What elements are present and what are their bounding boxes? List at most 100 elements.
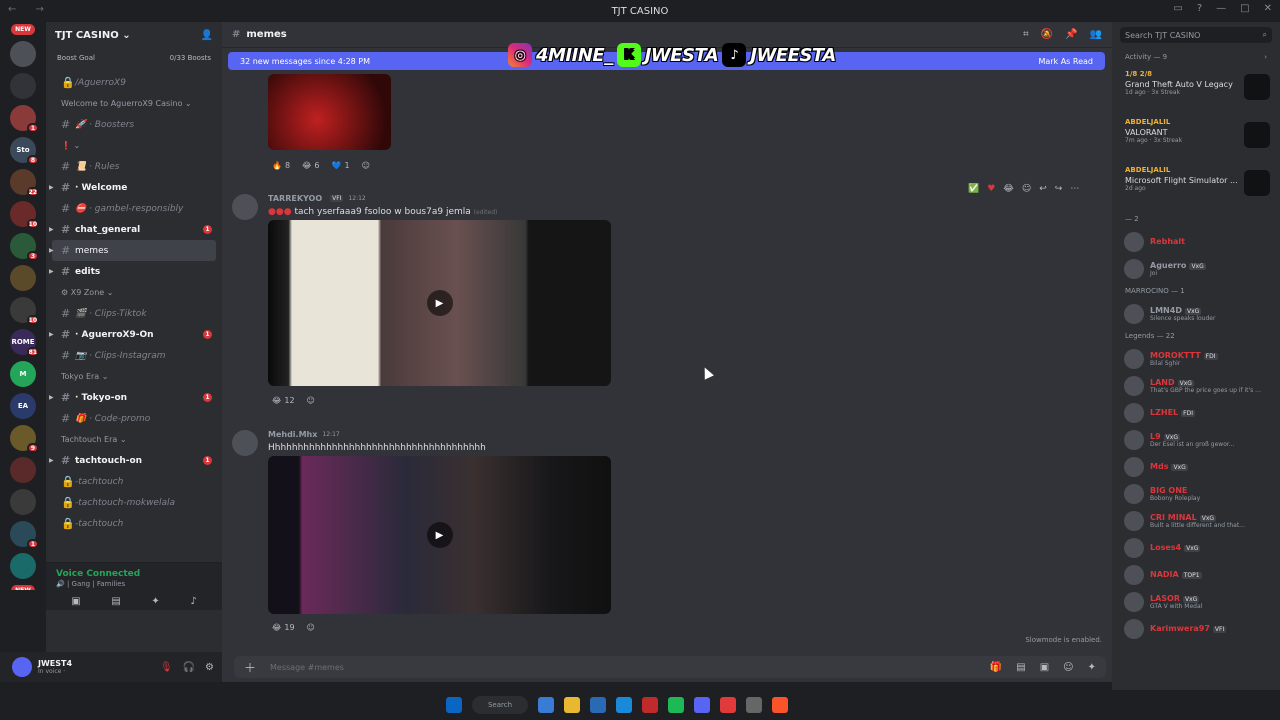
reaction-chip[interactable]: 😂 12 — [268, 395, 299, 406]
activities-icon[interactable]: ✦ — [151, 596, 159, 607]
heart-reaction-icon[interactable]: ♥ — [987, 184, 995, 194]
channel-category[interactable]: ❗ ⌄ — [52, 135, 216, 156]
store-icon[interactable] — [590, 697, 606, 713]
server-icon[interactable]: 1 — [10, 521, 39, 549]
channel-item[interactable]: # 🎬 · Clips-Tiktok — [52, 303, 216, 324]
nav-arrows-icon[interactable]: ← → — [8, 4, 52, 15]
server-icon[interactable] — [10, 265, 36, 291]
channel-category[interactable]: Welcome to AguerroX9 Casino ⌄ — [52, 93, 216, 114]
activity-header[interactable]: Activity — 9 › — [1112, 48, 1280, 66]
windows-start-icon[interactable] — [446, 697, 462, 713]
member-item[interactable]: NADIA TOP1 — [1112, 561, 1280, 588]
member-item[interactable]: Aguerro VxG Joi — [1112, 255, 1280, 282]
members-icon[interactable]: 👥 — [1090, 29, 1102, 40]
server-icon[interactable]: Sto 8 — [10, 137, 39, 165]
chevron-right-icon[interactable]: ▶ — [49, 331, 54, 338]
message-avatar[interactable] — [232, 194, 258, 220]
message-input[interactable]: Message #memes — [270, 663, 344, 672]
server-icon[interactable] — [10, 41, 36, 67]
member-item[interactable]: Karimwera97 VFI — [1112, 615, 1280, 642]
minimize-button[interactable]: — — [1216, 3, 1226, 14]
channel-item[interactable]: # 📷 · Clips-Instagram — [52, 345, 216, 366]
channel-item[interactable]: # 🎁 · Code-promo — [52, 408, 216, 429]
chevron-right-icon[interactable]: ▶ — [49, 226, 54, 233]
channel-item[interactable]: ▶ # tachtouch-on 1 — [49, 450, 216, 471]
boost-goal[interactable]: Boost Goal 0/33 Boosts — [46, 48, 222, 68]
inbox-icon[interactable]: ▭ — [1173, 3, 1182, 14]
taskbar-search[interactable]: Search — [472, 696, 528, 714]
settings-gear-icon[interactable]: ⚙ — [205, 662, 214, 673]
channel-category[interactable]: Tokyo Era ⌄ — [52, 366, 216, 387]
member-item[interactable]: BIG ONE Bobony Roleplay — [1112, 480, 1280, 507]
play-icon[interactable]: ▶ — [426, 290, 453, 316]
message-composer[interactable]: ＋ Message #memes 🎁 ▤ ▣ ☺ ✦ — [234, 656, 1106, 678]
channel-item[interactable]: 🔒 -tachtouch — [52, 471, 216, 492]
server-icon[interactable]: 9 — [10, 425, 39, 453]
chevron-right-icon[interactable]: ▶ — [49, 268, 54, 275]
app-icon[interactable] — [746, 697, 762, 713]
channel-item[interactable]: ▶ # edits — [49, 261, 216, 282]
member-item[interactable]: CRI MINAL VxG Built a little different and… — [1112, 507, 1280, 534]
server-icon[interactable]: 10 — [10, 201, 39, 229]
add-member-icon[interactable]: 👤 — [201, 30, 213, 41]
app-icon[interactable] — [642, 697, 658, 713]
spotify-icon[interactable] — [668, 697, 684, 713]
server-icon[interactable]: EA — [10, 393, 36, 419]
user-avatar[interactable] — [12, 657, 32, 677]
forward-icon[interactable]: ↪ — [1055, 184, 1063, 194]
server-icon[interactable]: 10 — [10, 297, 39, 325]
video-embed[interactable]: ▶ — [268, 456, 611, 614]
server-icon[interactable]: 22 — [10, 169, 39, 197]
copilot-icon[interactable] — [538, 697, 554, 713]
server-icon[interactable] — [10, 553, 36, 579]
channel-item[interactable]: # 📜 · Rules — [52, 156, 216, 177]
member-item[interactable]: Mds VxG — [1112, 453, 1280, 480]
mute-icon[interactable]: 🎙 — [160, 662, 173, 673]
threads-icon[interactable]: ⌗ — [1023, 29, 1029, 40]
sticker-icon[interactable]: ▣ — [1040, 662, 1049, 673]
author-name[interactable]: Mehdi.Mhx — [268, 430, 317, 439]
author-name[interactable]: TARREKYOO — [268, 194, 322, 203]
screen-share-icon[interactable]: ▤ — [111, 596, 120, 607]
channel-item[interactable]: ▶ # memes — [49, 240, 216, 261]
channel-item[interactable]: # ⛔ · gambel-responsibly — [52, 198, 216, 219]
help-icon[interactable]: ? — [1197, 3, 1202, 14]
gif-icon[interactable]: ▤ — [1016, 662, 1025, 673]
app-icon[interactable] — [720, 697, 736, 713]
channel-item[interactable]: # 🚀 · Boosters — [52, 114, 216, 135]
pin-icon[interactable]: 📌 — [1065, 29, 1077, 40]
reaction-chip[interactable]: 😂 19 — [268, 622, 299, 633]
camera-icon[interactable]: ▣ — [71, 596, 80, 607]
edge-icon[interactable] — [616, 697, 632, 713]
server-icon[interactable]: M — [10, 361, 36, 387]
check-reaction-icon[interactable]: ✅ — [968, 184, 979, 194]
maximize-button[interactable]: □ — [1240, 3, 1249, 14]
member-item[interactable]: L9 VxG Der Esel ist an groß gewor... — [1112, 426, 1280, 453]
message-image[interactable] — [268, 74, 391, 150]
server-icon[interactable] — [10, 489, 36, 515]
gift-icon[interactable]: 🎁 — [990, 662, 1002, 673]
member-item[interactable]: LZHEL FDI — [1112, 399, 1280, 426]
add-attachment-icon[interactable]: ＋ — [244, 659, 256, 676]
member-item[interactable]: LAND VxG That's GBP the price goes up if i… — [1112, 372, 1280, 399]
message-avatar[interactable] — [232, 430, 258, 456]
add-reaction-icon[interactable]: ☺ — [303, 395, 319, 406]
channel-category[interactable]: ⚙ X9 Zone ⌄ — [52, 282, 216, 303]
server-icon[interactable]: 1 — [10, 105, 39, 133]
reaction-chip[interactable]: 😂 6 — [298, 160, 323, 171]
add-reaction-icon[interactable]: ☺ — [1022, 184, 1031, 194]
reaction-chip[interactable]: 💙 1 — [328, 160, 354, 171]
member-item[interactable]: MOROKTTT FDI Bilal Sghir — [1112, 345, 1280, 372]
member-item[interactable]: LMN4D VxG Silence speaks louder — [1112, 300, 1280, 327]
channel-item[interactable]: ▶ # · Welcome — [49, 177, 216, 198]
activity-card[interactable]: ABDELJALIL Microsoft Flight Simulator ...… — [1112, 162, 1280, 210]
channel-item[interactable]: 🔒 -tachtouch-mokwelala — [52, 492, 216, 513]
add-reaction-icon[interactable]: ☺ — [358, 160, 374, 171]
server-icon[interactable] — [10, 73, 36, 99]
channel-item[interactable]: ▶ # · Tokyo-on 1 — [49, 387, 216, 408]
reaction-chip[interactable]: 🔥 8 — [268, 160, 294, 171]
member-item[interactable]: LASOR VxG GTA V with Medal — [1112, 588, 1280, 615]
more-icon[interactable]: ⋯ — [1070, 184, 1079, 194]
voice-channel[interactable]: 🔊 | Gang | Families — [56, 580, 212, 588]
discord-icon[interactable] — [694, 697, 710, 713]
